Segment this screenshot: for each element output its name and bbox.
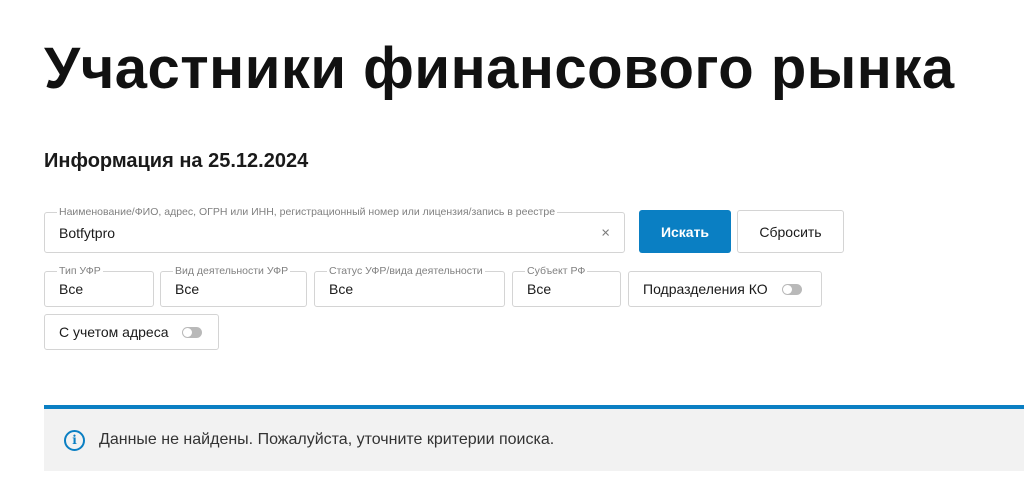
reset-button[interactable]: Сбросить (737, 210, 844, 253)
with-address-label: С учетом адреса (59, 324, 169, 340)
clear-icon[interactable]: × (601, 225, 610, 240)
ko-divisions-label: Подразделения КО (643, 281, 768, 297)
info-icon: i (64, 429, 85, 451)
with-address-toggle[interactable] (182, 326, 203, 338)
info-date-heading: Информация на 25.12.2024 (44, 150, 309, 172)
search-field-label: Наименование/ФИО, адрес, ОГРН или ИНН, р… (57, 206, 558, 219)
activity-type-value: Все (175, 281, 200, 297)
search-input[interactable]: Botfytpro (59, 213, 115, 252)
page: Участники финансового рынка Информация н… (0, 0, 1024, 486)
with-address-filter: С учетом адреса (44, 314, 219, 350)
search-field[interactable]: Наименование/ФИО, адрес, ОГРН или ИНН, р… (44, 206, 625, 253)
status-value: Все (329, 281, 354, 297)
ko-divisions-filter: Подразделения КО (628, 271, 822, 307)
region-select[interactable]: Субъект РФ Все (512, 265, 621, 307)
ko-divisions-toggle[interactable] (781, 283, 802, 295)
no-results-notice: i Данные не найдены. Пожалуйста, уточнит… (44, 409, 1024, 471)
ufr-type-select[interactable]: Тип УФР Все (44, 265, 154, 307)
activity-type-select[interactable]: Вид деятельности УФР Все (160, 265, 307, 307)
search-button[interactable]: Искать (639, 210, 731, 253)
region-value: Все (527, 281, 552, 297)
ufr-type-value: Все (59, 281, 84, 297)
status-select[interactable]: Статус УФР/вида деятельности Все (314, 265, 505, 307)
no-results-text: Данные не найдены. Пожалуйста, уточните … (99, 431, 555, 448)
page-title: Участники финансового рынка (44, 36, 955, 101)
